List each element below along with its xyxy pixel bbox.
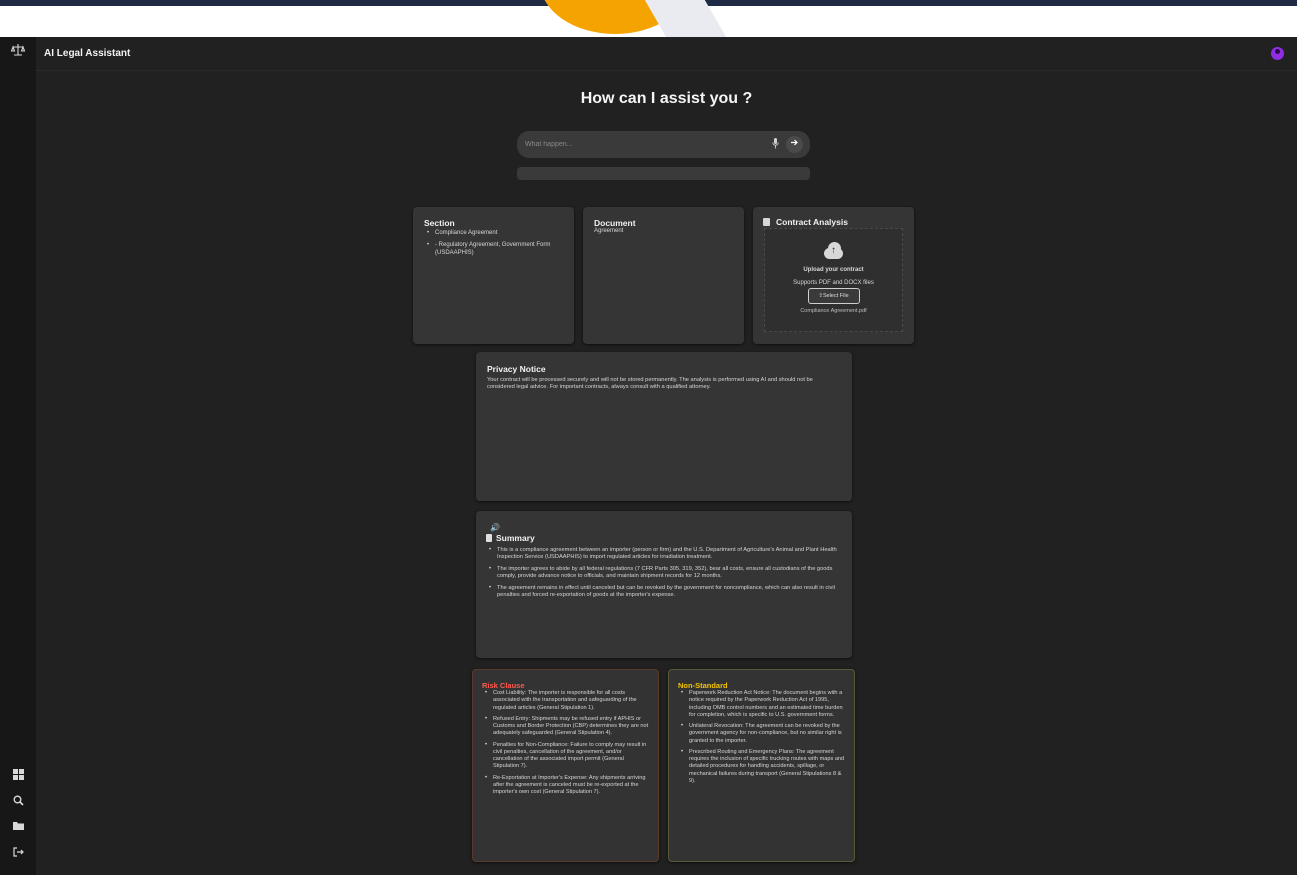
document-card: Document Agreement [583,207,744,344]
clipboard-icon [486,534,492,542]
search-input[interactable] [525,137,755,152]
uploaded-file-name: Compliance Agreement.pdf [800,308,867,314]
upload-dropzone[interactable]: ↑ Upload your contract Supports PDF and … [764,228,903,332]
contract-card-title: Contract Analysis [776,217,848,227]
summary-list: This is a compliance agreement between a… [486,547,842,599]
page-title: How can I assist you ? [580,90,753,107]
list-item: Unilateral Revocation: The agreement can… [678,723,845,745]
list-item: Refused Entry: Shipments may be refused … [482,716,649,738]
select-file-label: Select File [822,293,849,299]
privacy-text: Your contract will be processed securely… [487,377,813,391]
app-header: AI Legal Assistant [36,37,1297,71]
non-standard-title: Non-Standard [678,681,728,690]
risk-list: Cost Liability: The importer is responsi… [482,690,649,796]
risk-clause-title: Risk Clause [482,681,525,690]
list-item: Re-Exportation at Importer's Expense: An… [482,775,649,797]
document-card-title: Document [594,218,636,228]
arrow-right-icon [791,139,798,146]
list-item: Paperwork Reduction Act Notice: The docu… [678,690,845,719]
non-standard-card: Non-Standard Paperwork Reduction Act Not… [668,669,855,862]
upload-title: Upload your contract [803,267,864,273]
upload-subtitle: Supports PDF and DOCX files [793,280,874,286]
speaker-icon[interactable]: 🔊 [490,523,842,532]
microphone-icon[interactable] [770,138,780,151]
select-file-button[interactable]: ⇪Select File [807,288,860,304]
scale-balance-icon[interactable] [10,43,26,59]
dashboard-icon[interactable] [10,768,26,784]
suggestion-bar [517,167,810,180]
list-item: The importer agrees to abide by all fede… [486,566,842,581]
folder-icon[interactable] [10,819,26,835]
summary-title: Summary [496,533,535,543]
list-item: Compliance Agreement [424,230,563,238]
list-item: - Regulatory Agreement, Government Form … [424,242,563,258]
cloud-upload-icon: ↑ [821,242,846,259]
list-item: This is a compliance agreement between a… [486,547,842,562]
sidebar [0,37,36,875]
document-type-value: Agreement [594,228,624,234]
user-avatar-icon[interactable] [1271,47,1284,60]
non-standard-list: Paperwork Reduction Act Notice: The docu… [678,690,845,785]
app-title: AI Legal Assistant [44,48,131,59]
app-window: AI Legal Assistant How can I assist you … [0,37,1297,875]
document-icon [763,218,770,226]
risk-clause-card: Risk Clause Cost Liability: The importer… [472,669,659,862]
browser-top-strip [0,0,1297,37]
send-button[interactable] [786,136,803,153]
section-card-title: Section [424,218,455,228]
privacy-notice-card: Privacy Notice Your contract will be pro… [476,352,852,501]
section-card: Section Compliance Agreement - Regulator… [413,207,574,344]
contract-analysis-card: Contract Analysis ↑ Upload your contract… [753,207,914,344]
contract-card-header: Contract Analysis [763,217,904,227]
search-icon[interactable] [10,794,26,810]
privacy-title: Privacy Notice [487,364,546,374]
summary-header: Summary [486,533,842,543]
summary-card: 🔊 Summary This is a compliance agreement… [476,511,852,658]
list-item: Prescribed Routing and Emergency Plans: … [678,749,845,785]
logout-icon[interactable] [10,845,26,861]
list-item: Cost Liability: The importer is responsi… [482,690,649,712]
list-item: Penalties for Non-Compliance: Failure to… [482,742,649,771]
search-bar [517,131,810,158]
list-item: The agreement remains in effect until ca… [486,585,842,600]
section-list: Compliance Agreement - Regulatory Agreem… [424,230,563,257]
